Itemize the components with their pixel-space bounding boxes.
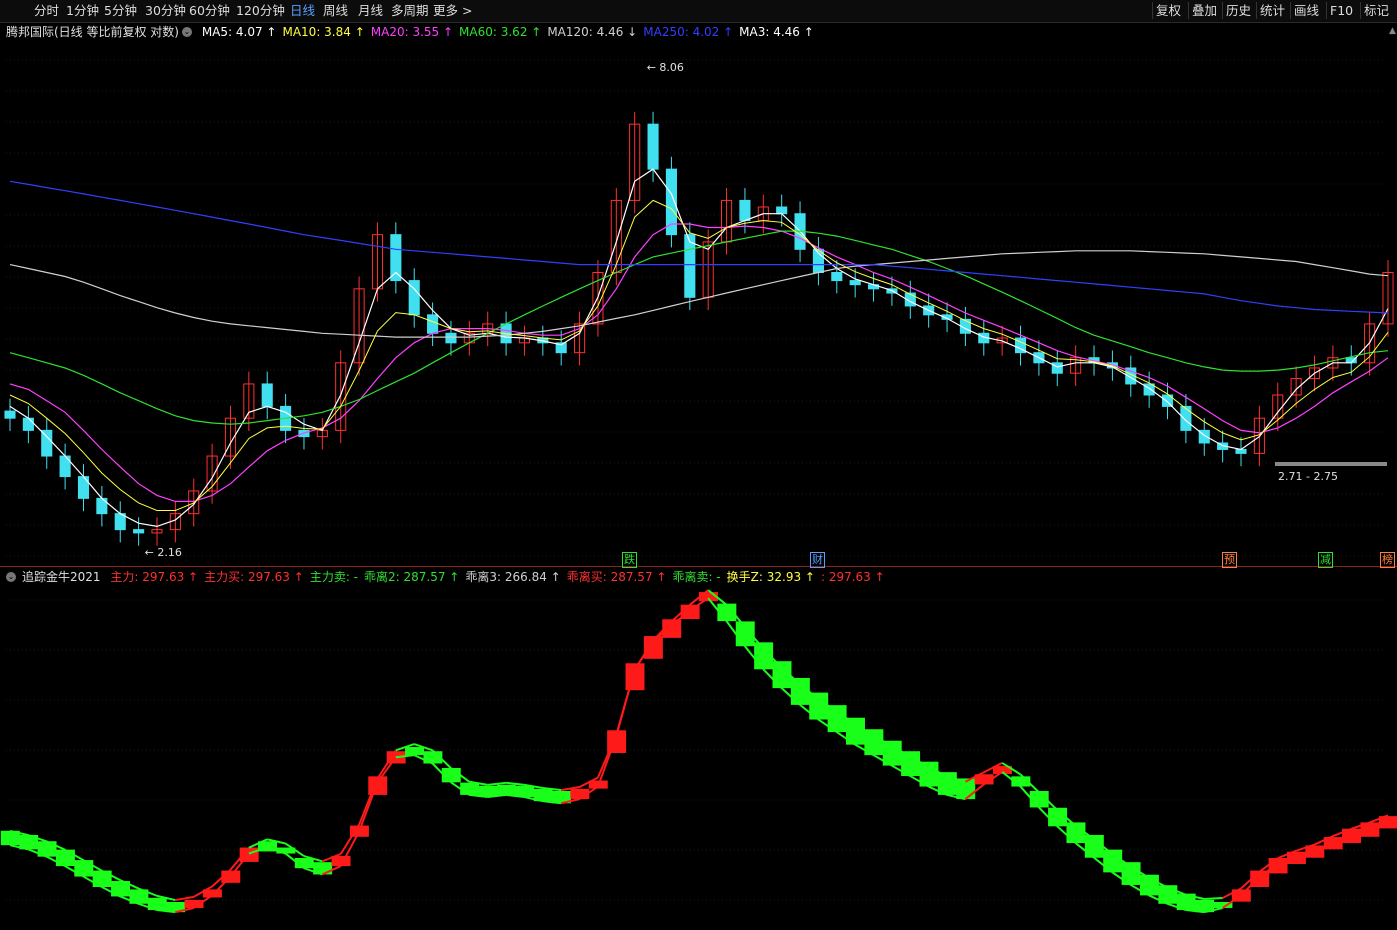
candle-body	[831, 272, 843, 282]
candle-body	[261, 383, 273, 407]
indicator-bar	[790, 677, 810, 705]
low-price-label: ← 2.16	[145, 546, 182, 559]
candle-body	[1051, 362, 1063, 374]
indicator-bar	[405, 747, 424, 756]
event-mark-3[interactable]: 减	[1318, 552, 1333, 568]
candle-body	[647, 123, 659, 170]
indicator-line-line3	[597, 734, 618, 778]
ma-line-MA60	[9, 230, 1389, 425]
indicator-bar	[496, 784, 516, 795]
event-mark-4[interactable]: 榜	[1380, 552, 1395, 568]
candle-body	[133, 529, 145, 534]
range-label: 2.71 - 2.75	[1278, 470, 1338, 483]
range-bar	[1275, 462, 1387, 466]
indicator-line-line3	[1204, 896, 1223, 901]
candle-body	[22, 417, 34, 431]
candle-body	[684, 234, 696, 298]
candle-body	[4, 410, 16, 419]
ma-line-MA120	[9, 250, 1389, 338]
price-and-indicator-chart: ← 8.06 ← 2.16 2.71 - 2.75	[0, 59, 1397, 914]
indicator-line-line3	[505, 781, 525, 786]
candle-body	[77, 476, 90, 499]
candle-body	[41, 429, 53, 457]
indicator-line-line2	[597, 735, 618, 787]
candle-body	[390, 234, 402, 282]
candle-body	[427, 314, 439, 334]
event-mark-1[interactable]: 财	[810, 552, 825, 568]
vertical-scrollbar[interactable]: ▲	[1387, 22, 1397, 567]
event-mark-0[interactable]: 跌	[622, 552, 637, 568]
event-mark-2[interactable]: 预	[1222, 552, 1237, 568]
candle-body	[1180, 405, 1192, 431]
candle-body	[445, 332, 457, 344]
scroll-up-icon[interactable]: ▲	[1389, 26, 1396, 36]
high-price-label: ← 8.06	[647, 61, 684, 74]
indicator-line-line3	[487, 781, 507, 786]
indicator-bar	[1268, 858, 1288, 874]
indicator-bar	[460, 782, 480, 795]
candle-body	[739, 199, 751, 222]
candle-body	[776, 206, 788, 215]
candle-body	[849, 280, 861, 286]
